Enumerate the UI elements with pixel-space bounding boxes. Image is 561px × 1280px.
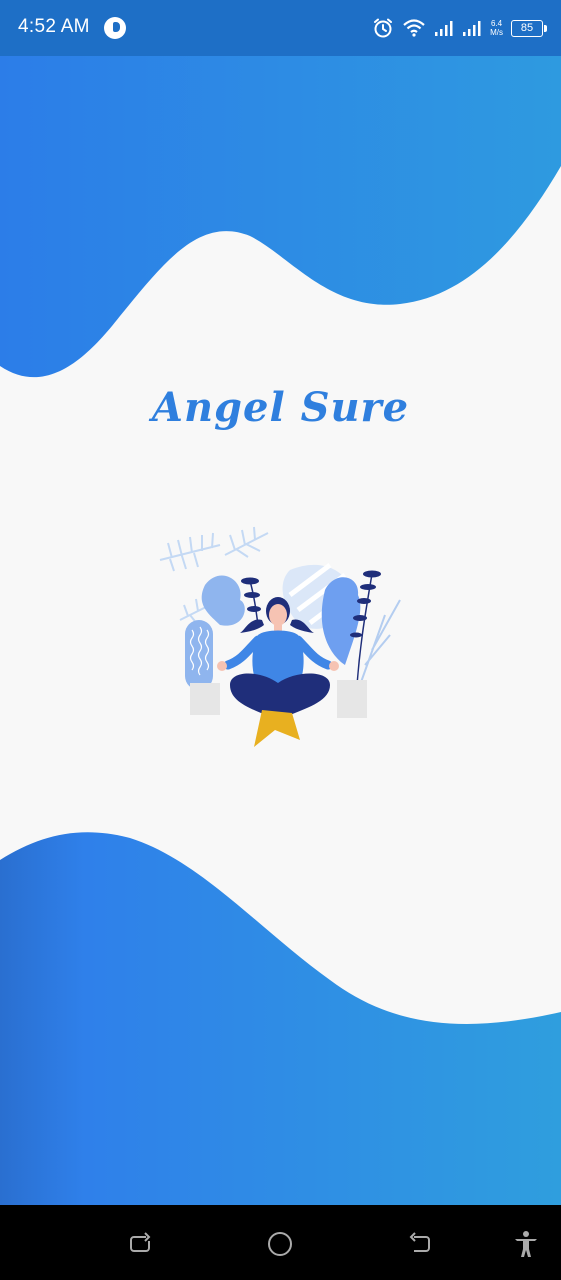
back-icon[interactable] xyxy=(405,1229,435,1259)
status-bar: 4:52 AM 6.4 M/s 85 xyxy=(0,0,561,56)
wifi-icon xyxy=(402,18,426,38)
home-icon[interactable] xyxy=(265,1229,295,1259)
alarm-icon xyxy=(372,17,394,39)
app-title: Angel Sure xyxy=(151,384,410,431)
status-icons: 6.4 M/s 85 xyxy=(372,14,547,42)
speed-value: 6.4 xyxy=(490,19,503,28)
signal-icon xyxy=(434,19,454,37)
accessibility-icon[interactable] xyxy=(511,1229,541,1259)
battery-icon: 85 xyxy=(511,19,547,37)
network-speed: 6.4 M/s xyxy=(490,19,503,37)
speed-unit: M/s xyxy=(490,28,503,37)
app-notification-icon xyxy=(104,17,126,39)
battery-level: 85 xyxy=(520,21,534,34)
meditation-illustration xyxy=(159,526,401,747)
top-wave-decoration xyxy=(0,56,561,378)
status-time: 4:52 AM xyxy=(18,16,90,37)
bottom-wave-decoration xyxy=(0,832,561,1206)
recent-apps-icon[interactable] xyxy=(125,1229,155,1259)
system-navigation-bar xyxy=(0,1205,561,1280)
signal-icon-2 xyxy=(462,19,482,37)
